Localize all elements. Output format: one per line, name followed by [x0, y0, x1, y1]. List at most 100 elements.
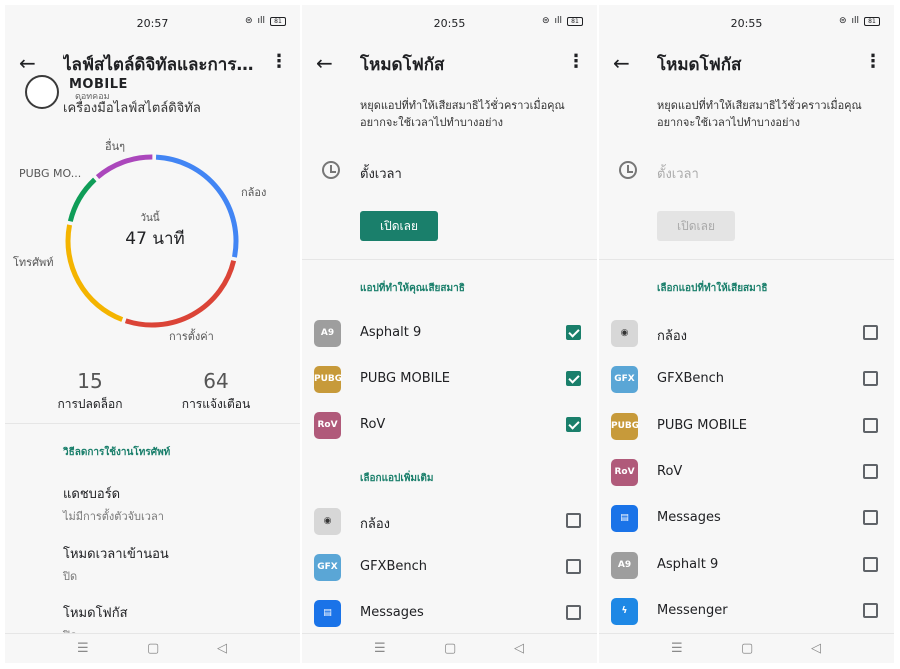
section-title: เลือกแอปที่ทำให้เสียสมาธิ	[657, 283, 768, 294]
app-name: Asphalt 9	[657, 556, 719, 572]
gfxbench-icon: GFX	[611, 366, 638, 394]
divider	[599, 259, 894, 260]
app-name: กล้อง	[657, 329, 687, 344]
app-bar: ← โหมดโฟกัส ⋮	[599, 43, 894, 83]
donut-slice[interactable]	[124, 260, 237, 328]
app-name: GFXBench	[360, 559, 427, 574]
clock-icon	[322, 161, 340, 179]
rov-icon: RoV	[314, 412, 341, 439]
asphalt-icon: A9	[314, 320, 341, 347]
signal-icon: ıll	[851, 16, 859, 26]
app-row[interactable]: RoV RoV	[599, 452, 894, 498]
app-row[interactable]: A9 Asphalt 9	[599, 545, 894, 591]
menu-item-subtitle: ปิด	[63, 570, 78, 583]
status-bar: 20:55 ⊜ ıll 81	[599, 5, 894, 37]
menu-item-dashboard[interactable]: แดชบอร์ด ไม่มีการตั้งตัวจับเวลา	[63, 483, 164, 525]
nav-bar: ☰ ▢ ◁	[599, 633, 894, 663]
app-name: Messages	[360, 605, 424, 620]
app-row[interactable]: ◉ กล้อง	[599, 313, 894, 359]
app-row[interactable]: GFX GFXBench	[599, 359, 894, 405]
camera-icon: ◉	[314, 508, 341, 535]
stat-unlocks[interactable]: 15 การปลดล็อก	[35, 369, 145, 414]
nav-back-icon[interactable]: ◁	[217, 641, 227, 656]
app-row[interactable]: ▤ Messages	[599, 498, 894, 544]
app-checkbox[interactable]	[566, 605, 581, 620]
app-checkbox[interactable]	[566, 559, 581, 574]
turn-on-button-disabled: เปิดเลย	[657, 211, 735, 241]
app-row[interactable]: ◉ กล้อง	[302, 501, 597, 547]
recents-icon[interactable]: ☰	[77, 641, 89, 656]
stat-notifications[interactable]: 64 การแจ้งเตือน	[161, 369, 271, 414]
app-name: RoV	[360, 417, 386, 432]
back-arrow-icon[interactable]: ←	[613, 51, 630, 75]
more-vert-icon[interactable]: ⋮	[864, 51, 882, 72]
app-checkbox[interactable]	[863, 463, 878, 479]
app-checkbox[interactable]	[863, 556, 878, 572]
app-row[interactable]: RoV RoV	[302, 405, 597, 451]
section-title: แอปที่ทำให้คุณเสียสมาธิ	[360, 283, 465, 294]
battery-icon: 81	[864, 16, 880, 26]
battery-icon: 81	[567, 16, 583, 26]
chart-label-phone: โทรศัพท์	[13, 256, 54, 269]
app-row[interactable]: PUBG PUBG MOBILE	[599, 406, 894, 452]
app-checkbox[interactable]	[863, 417, 878, 433]
screen-focus-mode-active: 20:55 ⊜ ıll 81 ← โหมดโฟกัส ⋮ หยุดแอปที่ทำใ…	[302, 5, 597, 663]
donut-slice[interactable]	[67, 177, 97, 222]
home-icon[interactable]: ▢	[444, 641, 456, 656]
app-bar: ← โหมดโฟกัส ⋮	[302, 43, 597, 83]
app-name: GFXBench	[657, 371, 724, 387]
wifi-icon: ⊜	[838, 16, 847, 26]
menu-item-bedtime[interactable]: โหมดเวลาเข้านอน ปิด	[63, 543, 169, 585]
app-name: Messages	[657, 510, 721, 526]
chart-center-caption: วันนี้	[140, 213, 160, 224]
pubg-icon: PUBG	[611, 412, 639, 440]
app-row[interactable]: ϟ Messenger	[599, 591, 894, 637]
app-name: PUBG MOBILE	[360, 371, 450, 386]
set-timer-label[interactable]: ตั้งเวลา	[657, 163, 699, 184]
description: หยุดแอปที่ทำให้เสียสมาธิไว้ชั่วคราวเมื่อ…	[657, 99, 862, 129]
more-vert-icon[interactable]: ⋮	[567, 51, 585, 72]
back-arrow-icon[interactable]: ←	[19, 51, 36, 75]
recents-icon[interactable]: ☰	[374, 641, 386, 656]
recents-icon[interactable]: ☰	[671, 641, 683, 656]
more-vert-icon[interactable]: ⋮	[270, 51, 288, 72]
app-checkbox[interactable]	[863, 371, 878, 387]
nav-back-icon[interactable]: ◁	[811, 641, 821, 656]
messages-icon: ▤	[611, 505, 638, 533]
gfxbench-icon: GFX	[314, 554, 341, 581]
app-checkbox[interactable]	[863, 510, 878, 526]
chart-label-settings: การตั้งค่า	[169, 330, 214, 343]
section-title: วิธีลดการใช้งานโทรศัพท์	[63, 447, 171, 458]
app-row[interactable]: PUBG PUBG MOBILE	[302, 359, 597, 405]
set-timer-label[interactable]: ตั้งเวลา	[360, 163, 402, 184]
app-name: PUBG MOBILE	[657, 417, 747, 433]
clock-icon	[619, 161, 637, 179]
donut-slice[interactable]	[95, 154, 153, 180]
app-row[interactable]: GFX GFXBench	[302, 547, 597, 593]
nav-bar: ☰ ▢ ◁	[5, 633, 300, 663]
app-row[interactable]: A9 Asphalt 9	[302, 313, 597, 359]
wifi-icon: ⊜	[244, 16, 253, 26]
app-name: กล้อง	[360, 517, 390, 532]
screen-focus-mode-inactive: 20:55 ⊜ ıll 81 ← โหมดโฟกัส ⋮ หยุดแอปที่ทำใ…	[599, 5, 894, 663]
app-checkbox[interactable]	[566, 325, 581, 340]
app-checkbox[interactable]	[566, 513, 581, 528]
app-checkbox[interactable]	[566, 371, 581, 386]
home-icon[interactable]: ▢	[147, 641, 159, 656]
stat-label: การปลดล็อก	[57, 397, 123, 411]
app-name: RoV	[657, 463, 683, 479]
page-title: โหมดโฟกัส	[657, 55, 742, 75]
app-checkbox[interactable]	[566, 417, 581, 432]
watermark-logo-icon	[25, 75, 59, 109]
menu-item-title: แดชบอร์ด	[63, 487, 121, 502]
app-checkbox[interactable]	[863, 602, 878, 618]
back-arrow-icon[interactable]: ←	[316, 51, 333, 75]
home-icon[interactable]: ▢	[741, 641, 753, 656]
messages-icon: ▤	[314, 600, 341, 627]
stat-value: 15	[77, 369, 103, 393]
screen-digital-wellbeing: 20:57 ⊜ ıll 81 ← ไลฟ์สไตล์ดิจิทัลและการค..…	[5, 5, 300, 663]
nav-back-icon[interactable]: ◁	[514, 641, 524, 656]
stat-value: 64	[203, 369, 229, 393]
app-checkbox[interactable]	[863, 325, 878, 340]
turn-on-button[interactable]: เปิดเลย	[360, 211, 438, 241]
